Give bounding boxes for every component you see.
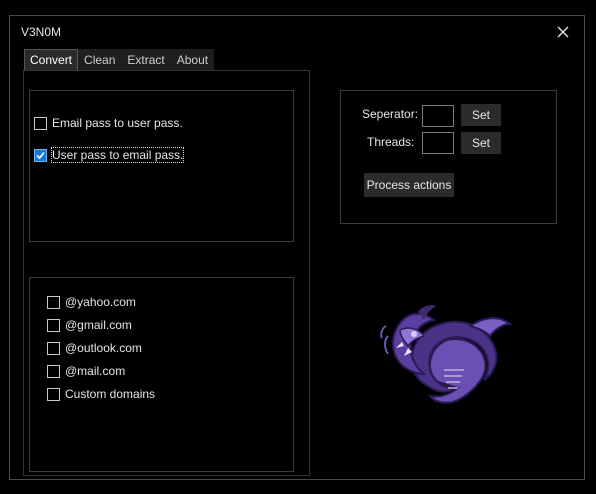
separator-set-button[interactable]: Set xyxy=(461,104,501,126)
user-to-email-checkbox[interactable] xyxy=(34,148,47,162)
tab-convert[interactable]: Convert xyxy=(24,49,79,71)
domains-group: @yahoo.com @gmail.com @outlook.com @mail… xyxy=(29,277,294,472)
domain-yahoo-option[interactable]: @yahoo.com xyxy=(47,295,136,309)
process-actions-button[interactable]: Process actions xyxy=(364,173,454,197)
venom-serpent-logo xyxy=(380,305,513,404)
settings-group: Seperator: Set Threads: Set Process acti… xyxy=(340,90,557,224)
tab-strip: Convert Clean Extract About xyxy=(24,49,215,71)
tab-about[interactable]: About xyxy=(170,49,215,71)
convert-options-group: Email pass to user pass. User pass to em… xyxy=(29,90,294,242)
convert-tab-page: Email pass to user pass. User pass to em… xyxy=(23,70,310,476)
domain-outlook-option[interactable]: @outlook.com xyxy=(47,341,142,355)
domain-mail-label: @mail.com xyxy=(65,364,126,378)
tab-extract[interactable]: Extract xyxy=(121,49,171,71)
domain-outlook-label: @outlook.com xyxy=(65,341,142,355)
custom-domains-option[interactable]: Custom domains xyxy=(47,387,155,401)
window-title: V3N0M xyxy=(21,25,62,39)
custom-domains-label: Custom domains xyxy=(65,387,156,401)
checkmark-icon xyxy=(36,151,45,159)
separator-input[interactable] xyxy=(422,105,454,127)
domain-gmail-checkbox[interactable] xyxy=(47,318,60,332)
domain-gmail-label: @gmail.com xyxy=(65,318,132,332)
email-to-user-checkbox[interactable] xyxy=(34,116,47,130)
threads-input[interactable] xyxy=(422,132,454,154)
tab-clean[interactable]: Clean xyxy=(78,49,122,71)
domain-mail-checkbox[interactable] xyxy=(47,364,60,378)
domain-yahoo-label: @yahoo.com xyxy=(65,295,136,309)
custom-domains-checkbox[interactable] xyxy=(47,387,60,401)
app-window: V3N0M Convert Clean Extract About Email … xyxy=(9,15,585,480)
close-button[interactable] xyxy=(552,21,574,43)
domain-mail-option[interactable]: @mail.com xyxy=(47,364,125,378)
user-to-email-label: User pass to email pass. xyxy=(50,147,185,163)
email-to-user-label: Email pass to user pass. xyxy=(52,116,183,130)
threads-label: Threads: xyxy=(367,135,415,149)
domain-outlook-checkbox[interactable] xyxy=(47,341,60,355)
separator-label: Seperator: xyxy=(362,107,419,121)
domain-yahoo-checkbox[interactable] xyxy=(47,295,60,309)
user-to-email-option[interactable]: User pass to email pass. xyxy=(34,147,185,163)
title-bar: V3N0M xyxy=(10,16,584,46)
close-icon xyxy=(557,26,569,38)
domain-gmail-option[interactable]: @gmail.com xyxy=(47,318,132,332)
threads-set-button[interactable]: Set xyxy=(461,132,501,154)
email-to-user-option[interactable]: Email pass to user pass. xyxy=(34,116,183,130)
